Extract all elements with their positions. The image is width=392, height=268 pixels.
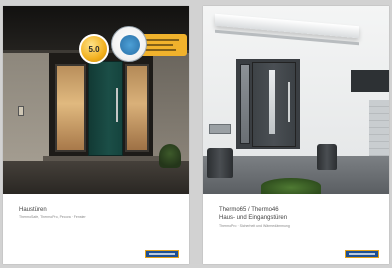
- door-handle-bar: [116, 88, 118, 122]
- stone-wall-left: [3, 53, 49, 161]
- catalog-cover-thermo65[interactable]: Thermo65 / Thermo46 Haus- und Eingangstü…: [203, 6, 389, 264]
- banner-text-line: [145, 39, 179, 41]
- garage-shadow: [351, 70, 389, 92]
- glass-sidelight-right: [125, 64, 149, 152]
- banner-text-line: [145, 49, 176, 51]
- door-glass-strip: [269, 70, 275, 134]
- catalog-cover-haustueren[interactable]: 5.0 Haustüren ThermoSafe, ThermoPro, Pec…: [3, 6, 189, 264]
- rating-badge: 5.0: [79, 34, 109, 64]
- garage-door: [369, 100, 389, 156]
- cover-title-line: Haus- und Eingangstüren: [219, 215, 288, 221]
- planter-right: [317, 144, 337, 170]
- cover-title: Thermo65 / Thermo46 Haus- und Eingangstü…: [219, 206, 287, 222]
- cover-title-line: Thermo65 / Thermo46: [219, 207, 279, 213]
- brand-logo-wordmark: [349, 253, 375, 255]
- glass-sidelight: [240, 64, 250, 144]
- glass-sidelight-left: [55, 64, 86, 152]
- cover-title-line: Haustüren: [19, 207, 47, 213]
- brand-logo: [145, 250, 179, 258]
- brand-logo-wordmark: [149, 253, 175, 255]
- potted-plant: [159, 144, 181, 168]
- wall-lamp-icon: [18, 106, 24, 116]
- brand-logo: [345, 250, 379, 258]
- cover-subtitle: ThermoSafe, ThermoPro, Pecora · Fenster: [19, 215, 86, 219]
- mailbox-icon: [209, 124, 231, 134]
- planter-left: [207, 148, 233, 178]
- certification-seal-icon: [111, 26, 147, 62]
- rating-badge-value: 5.0: [88, 44, 100, 54]
- banner-text-line: [145, 44, 173, 46]
- door-handle-bar: [288, 82, 290, 122]
- cover-subtitle: ThermoPro · Sicherheit und Wärmedämmung: [219, 224, 290, 228]
- cover-title: Haustüren: [19, 206, 47, 214]
- seal-center: [120, 35, 140, 55]
- cover-photo-modern-entrance: [203, 6, 389, 194]
- shrub: [261, 178, 321, 194]
- cover-photo-night-entrance: 5.0: [3, 6, 189, 194]
